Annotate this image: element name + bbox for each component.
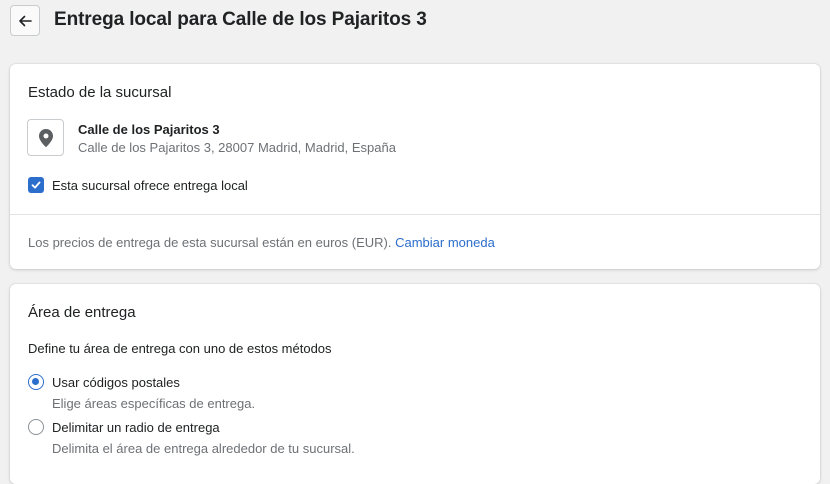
card-title-delivery-area: Área de entrega	[28, 304, 136, 321]
arrow-left-icon	[19, 15, 32, 26]
radio-delivery-radius[interactable]	[28, 419, 44, 435]
branch-status-card: Estado de la sucursal Calle de los Pajar…	[10, 64, 820, 269]
radio-postal-codes[interactable]	[28, 374, 44, 390]
currency-text: Los precios de entrega de esta sucursal …	[28, 235, 392, 250]
local-delivery-checkbox[interactable]	[28, 177, 44, 193]
card-title-branch-status: Estado de la sucursal	[28, 84, 172, 101]
delivery-area-card: Área de entrega Define tu área de entreg…	[10, 284, 820, 484]
radio-postal-codes-label[interactable]: Usar códigos postales	[52, 375, 180, 390]
back-button[interactable]	[10, 5, 40, 36]
checkmark-icon	[31, 181, 41, 189]
radio-delivery-radius-label[interactable]: Delimitar un radio de entrega	[52, 420, 220, 435]
location-address: Calle de los Pajaritos 3, 28007 Madrid, …	[78, 140, 396, 155]
radio-delivery-radius-help: Delimita el área de entrega alrededor de…	[52, 441, 355, 456]
local-delivery-checkbox-label[interactable]: Esta sucursal ofrece entrega local	[52, 178, 248, 193]
map-pin-icon	[38, 128, 53, 147]
location-thumbnail	[27, 119, 64, 156]
change-currency-link[interactable]: Cambiar moneda	[395, 235, 495, 250]
currency-info: Los precios de entrega de esta sucursal …	[28, 235, 495, 250]
radio-postal-codes-help: Elige áreas específicas de entrega.	[52, 396, 256, 411]
card-divider	[10, 214, 820, 215]
page-title: Entrega local para Calle de los Pajarito…	[54, 9, 427, 30]
page-header: Entrega local para Calle de los Pajarito…	[0, 0, 830, 44]
location-name: Calle de los Pajaritos 3	[78, 122, 220, 137]
delivery-area-intro: Define tu área de entrega con uno de est…	[28, 341, 332, 356]
